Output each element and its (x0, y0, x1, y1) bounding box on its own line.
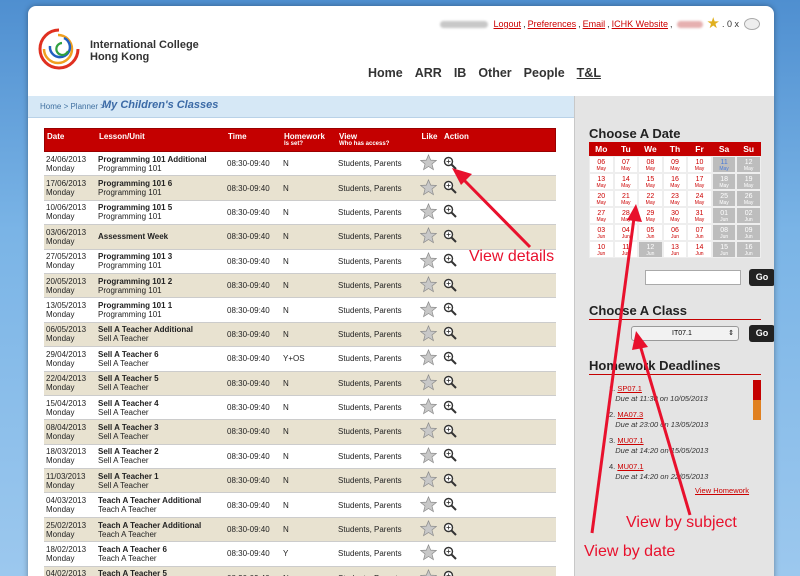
annotation-view-details: View details (469, 248, 555, 265)
annotation-arrows (452, 168, 692, 534)
annotation-view-by-date: View by date (584, 543, 676, 560)
annotation-view-by-subject: View by subject (626, 514, 737, 531)
